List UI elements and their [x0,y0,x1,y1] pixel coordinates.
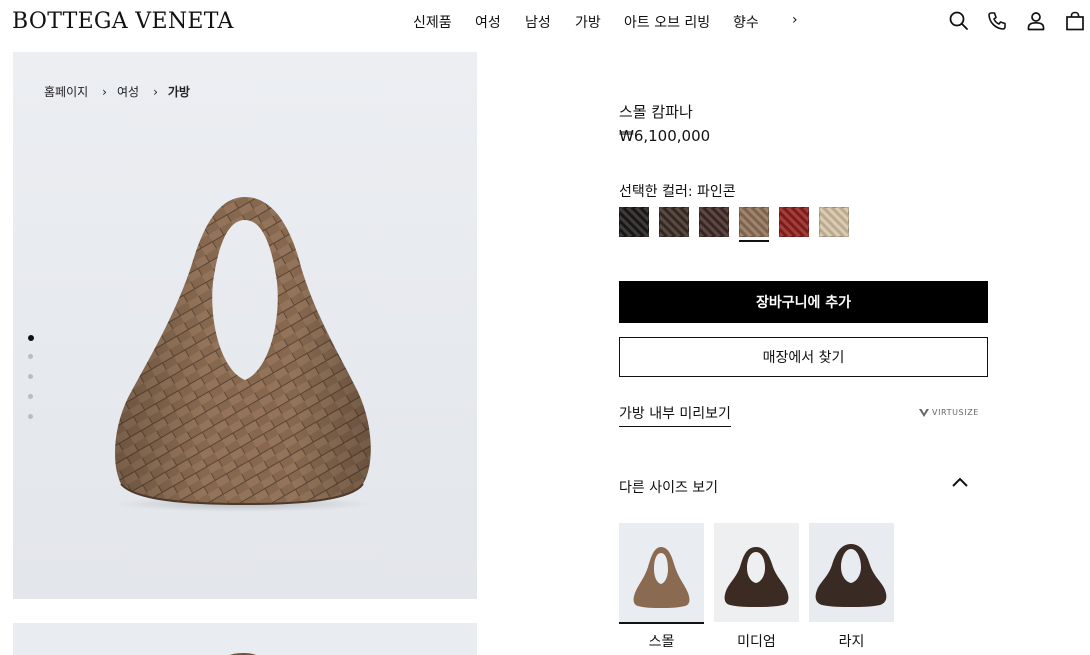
chevron-up-icon[interactable] [951,475,969,489]
virtusize-icon [919,408,929,417]
product-price: ₩6,100,000 [619,127,711,145]
bag-thumbnail-icon [619,523,704,622]
nav-next-icon[interactable]: › [792,12,798,28]
selected-size-indicator [619,622,704,624]
color-swatch-dark-brown[interactable] [659,207,689,237]
color-swatch-red[interactable] [779,207,809,237]
shopping-bag-icon[interactable] [1064,10,1086,32]
selected-color-label: 선택한 컬러: 파인콘 [619,184,736,200]
breadcrumb-separator-icon: › [102,84,107,99]
bag-image [230,653,256,655]
size-option-medium[interactable]: 미디엄 [714,523,799,650]
selected-swatch-indicator [739,240,769,242]
product-image-secondary[interactable] [13,623,477,655]
search-icon[interactable] [948,10,970,32]
phone-icon[interactable] [986,10,1008,32]
nav-item-new[interactable]: 신제품 [413,12,452,32]
nav-item-women[interactable]: 여성 [475,12,501,32]
breadcrumb-women[interactable]: 여성 [117,83,139,100]
brand-logo[interactable]: BOTTEGA VENETA [12,9,234,34]
site-header: BOTTEGA VENETA 신제품 여성 남성 가방 아트 오브 리빙 향수 … [0,0,1090,44]
gallery-dot[interactable] [28,414,33,419]
find-in-store-button[interactable]: 매장에서 찾기 [619,337,988,377]
breadcrumb-current: 가방 [167,85,190,99]
gallery-dot[interactable] [28,374,33,379]
bag-interior-preview-link[interactable]: 가방 내부 미리보기 [619,403,731,427]
color-swatch-pinecone[interactable] [739,207,769,237]
size-option-small[interactable]: 스몰 [619,523,704,650]
gallery-dot[interactable] [27,335,34,341]
product-name: 스몰 캄파나 [619,103,693,121]
account-icon[interactable] [1025,10,1047,32]
gallery-dot[interactable] [28,394,33,399]
bag-thumbnail-icon [714,523,799,622]
nav-item-art-of-living[interactable]: 아트 오브 리빙 [624,12,710,32]
size-thumbnail [714,523,799,622]
bag-image [113,197,373,512]
nav-item-fragrance[interactable]: 향수 [733,12,759,32]
size-option-large[interactable]: 라지 [809,523,894,650]
gallery-dot[interactable] [28,354,33,359]
color-swatch-black[interactable] [619,207,649,237]
breadcrumb: 홈페이지 › 여성 › 가방 [44,83,190,100]
nav-item-men[interactable]: 남성 [525,12,551,32]
breadcrumb-separator-icon: › [153,84,158,99]
size-label: 스몰 [648,634,675,650]
bag-thumbnail-icon [809,523,894,622]
color-swatch-fondant[interactable] [699,207,729,237]
color-swatch-beige[interactable] [819,207,849,237]
size-label: 미디엄 [737,634,776,650]
size-thumbnail [809,523,894,622]
product-image-main[interactable]: 홈페이지 › 여성 › 가방 [13,52,477,599]
nav-item-bags[interactable]: 가방 [575,12,601,32]
breadcrumb-home[interactable]: 홈페이지 [44,83,88,100]
other-sizes-title: 다른 사이즈 보기 [619,480,719,496]
virtusize-label: VIRTUSIZE [932,408,979,417]
size-thumbnail [619,523,704,622]
size-label: 라지 [838,634,865,650]
add-to-cart-button[interactable]: 장바구니에 추가 [619,281,988,323]
virtusize-logo[interactable]: VIRTUSIZE [919,408,979,417]
